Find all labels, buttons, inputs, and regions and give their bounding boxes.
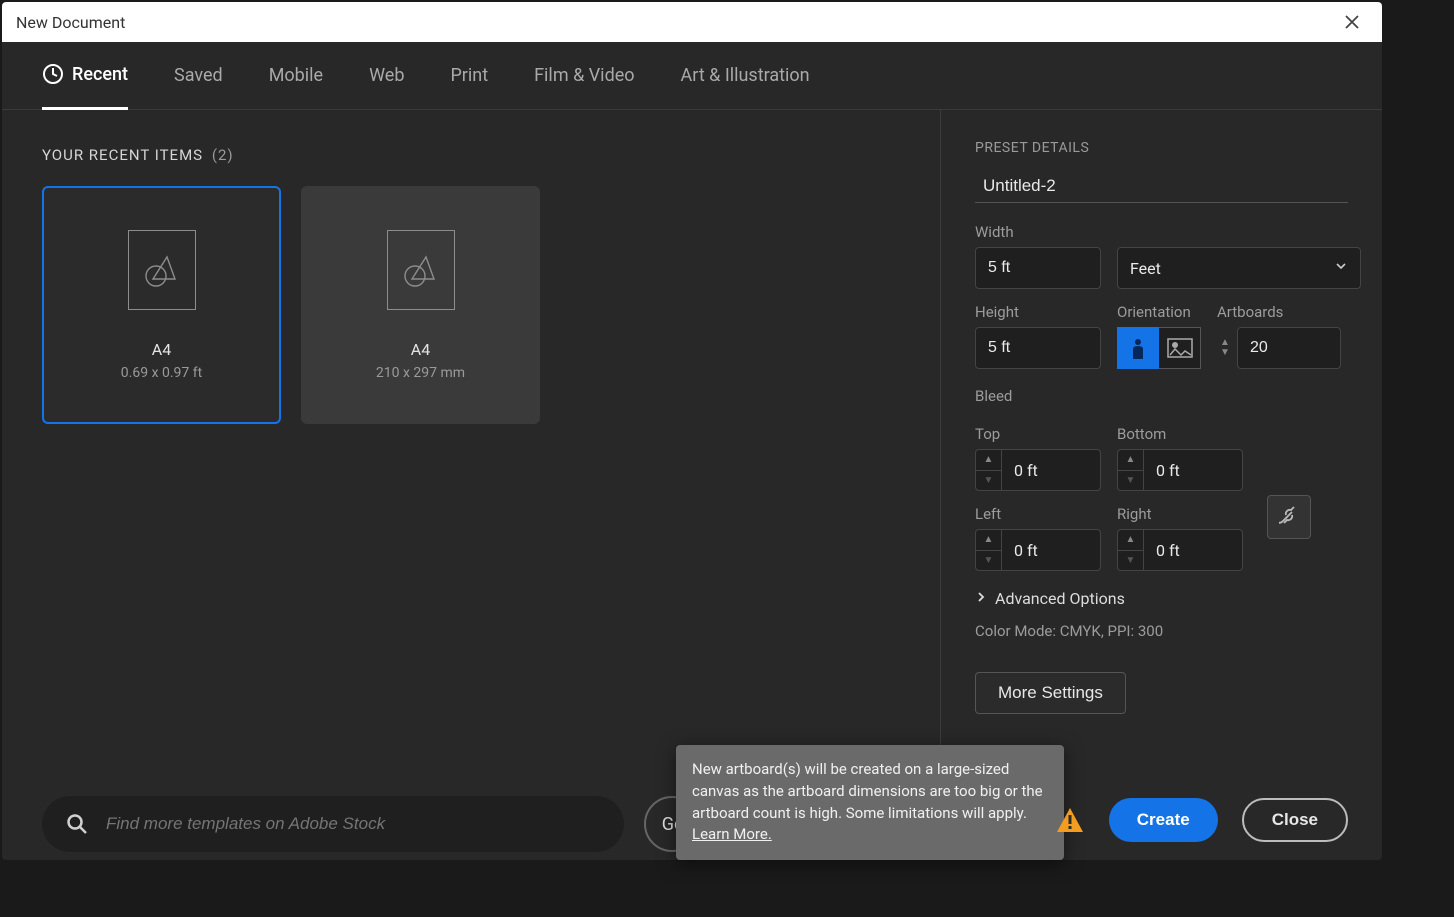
advanced-options-toggle[interactable]: Advanced Options bbox=[975, 589, 1348, 608]
window-title: New Document bbox=[16, 13, 1336, 32]
preset-details-heading: PRESET DETAILS bbox=[975, 140, 1348, 156]
preset-cards: A4 0.69 x 0.97 ft A4 210 x 297 mm bbox=[42, 186, 900, 424]
document-icon bbox=[128, 230, 196, 310]
tab-recent[interactable]: Recent bbox=[42, 42, 128, 110]
new-document-dialog: New Document Recent Saved Mobile Web Pri… bbox=[2, 2, 1382, 860]
chevron-down-icon[interactable]: ▼ bbox=[1118, 470, 1143, 491]
bleed-label: Bleed bbox=[975, 387, 1348, 405]
tab-label: Print bbox=[450, 65, 488, 86]
learn-more-link[interactable]: Learn More. bbox=[692, 825, 772, 843]
link-icon bbox=[1279, 505, 1299, 529]
clock-icon bbox=[42, 63, 64, 85]
preset-name: A4 bbox=[411, 340, 430, 359]
height-label: Height bbox=[975, 303, 1101, 321]
chevron-down-icon bbox=[1334, 259, 1348, 277]
warning-icon bbox=[1055, 805, 1085, 835]
artboards-label: Artboards bbox=[1217, 303, 1341, 321]
tab-art-illustration[interactable]: Art & Illustration bbox=[681, 42, 810, 110]
preset-card[interactable]: A4 210 x 297 mm bbox=[301, 186, 540, 424]
large-canvas-tooltip: New artboard(s) will be created on a lar… bbox=[676, 745, 1064, 860]
tab-label: Web bbox=[369, 65, 404, 86]
create-button[interactable]: Create bbox=[1109, 798, 1218, 842]
close-icon[interactable] bbox=[1336, 6, 1368, 38]
document-icon bbox=[387, 230, 455, 310]
orientation-group bbox=[1117, 327, 1201, 369]
chevron-up-icon[interactable]: ▲ bbox=[1118, 530, 1143, 550]
tab-label: Recent bbox=[72, 64, 128, 85]
orientation-label: Orientation bbox=[1117, 303, 1201, 321]
orientation-portrait[interactable] bbox=[1117, 327, 1159, 369]
left-pane: YOUR RECENT ITEMS (2) A4 0.69 x 0.97 ft bbox=[2, 110, 940, 860]
preset-dims: 210 x 297 mm bbox=[376, 365, 465, 381]
category-tabs: Recent Saved Mobile Web Print Film & Vid… bbox=[2, 42, 1382, 110]
search-icon bbox=[66, 813, 88, 835]
chevron-down-icon[interactable]: ▼ bbox=[976, 470, 1001, 491]
titlebar: New Document bbox=[2, 2, 1382, 42]
close-button[interactable]: Close bbox=[1242, 798, 1348, 842]
bleed-top-label: Top bbox=[975, 425, 1101, 443]
chevron-down-icon[interactable]: ▼ bbox=[976, 550, 1001, 571]
recent-heading: YOUR RECENT ITEMS (2) bbox=[42, 146, 900, 164]
preset-card[interactable]: A4 0.69 x 0.97 ft bbox=[42, 186, 281, 424]
bleed-right-field[interactable]: ▲▼ 0 ft bbox=[1117, 529, 1243, 571]
bleed-top-value: 0 ft bbox=[1002, 450, 1100, 490]
heading-text: YOUR RECENT ITEMS bbox=[42, 146, 203, 164]
more-settings-button[interactable]: More Settings bbox=[975, 672, 1126, 714]
chevron-up-icon[interactable]: ▲ bbox=[976, 530, 1001, 550]
stock-search[interactable] bbox=[42, 796, 624, 852]
bleed-right-value: 0 ft bbox=[1144, 530, 1242, 570]
chevron-up-icon[interactable]: ▲ bbox=[1118, 450, 1143, 470]
artboards-field[interactable] bbox=[1237, 327, 1341, 369]
tab-saved[interactable]: Saved bbox=[174, 42, 223, 110]
chevron-down-icon[interactable]: ▼ bbox=[1118, 550, 1143, 571]
tab-film-video[interactable]: Film & Video bbox=[534, 42, 634, 110]
width-label: Width bbox=[975, 223, 1101, 241]
units-value: Feet bbox=[1130, 259, 1161, 278]
chevron-right-icon bbox=[975, 591, 987, 607]
preset-dims: 0.69 x 0.97 ft bbox=[121, 365, 202, 381]
tab-label: Saved bbox=[174, 65, 223, 86]
bleed-bottom-value: 0 ft bbox=[1144, 450, 1242, 490]
bleed-bottom-label: Bottom bbox=[1117, 425, 1243, 443]
chevron-up-icon[interactable]: ▲ bbox=[976, 450, 1001, 470]
tab-print[interactable]: Print bbox=[450, 42, 488, 110]
tab-web[interactable]: Web bbox=[369, 42, 404, 110]
tab-mobile[interactable]: Mobile bbox=[269, 42, 323, 110]
color-mode-summary: Color Mode: CMYK, PPI: 300 bbox=[975, 622, 1348, 640]
link-bleed-button[interactable] bbox=[1267, 495, 1311, 539]
orientation-landscape[interactable] bbox=[1159, 327, 1201, 369]
bleed-left-field[interactable]: ▲▼ 0 ft bbox=[975, 529, 1101, 571]
search-input[interactable] bbox=[106, 814, 600, 834]
height-field[interactable] bbox=[975, 327, 1101, 369]
preset-name-field[interactable] bbox=[975, 170, 1348, 203]
tab-label: Art & Illustration bbox=[681, 65, 810, 86]
tooltip-text: New artboard(s) will be created on a lar… bbox=[692, 760, 1043, 822]
width-field[interactable] bbox=[975, 247, 1101, 289]
tab-label: Mobile bbox=[269, 65, 323, 86]
bleed-left-label: Left bbox=[975, 505, 1101, 523]
bleed-left-value: 0 ft bbox=[1002, 530, 1100, 570]
bleed-right-label: Right bbox=[1117, 505, 1243, 523]
content-area: YOUR RECENT ITEMS (2) A4 0.69 x 0.97 ft bbox=[2, 110, 1382, 860]
units-select[interactable]: Feet bbox=[1117, 247, 1361, 289]
artboards-stepper[interactable]: ▲ ▼ bbox=[1217, 338, 1233, 358]
footer-right: Create Close bbox=[1055, 798, 1348, 842]
bleed-top-field[interactable]: ▲▼ 0 ft bbox=[975, 449, 1101, 491]
advanced-label: Advanced Options bbox=[995, 589, 1125, 608]
tab-label: Film & Video bbox=[534, 65, 634, 86]
bleed-bottom-field[interactable]: ▲▼ 0 ft bbox=[1117, 449, 1243, 491]
heading-count: (2) bbox=[212, 146, 234, 164]
chevron-down-icon[interactable]: ▼ bbox=[1220, 348, 1230, 358]
preset-name: A4 bbox=[152, 340, 171, 359]
